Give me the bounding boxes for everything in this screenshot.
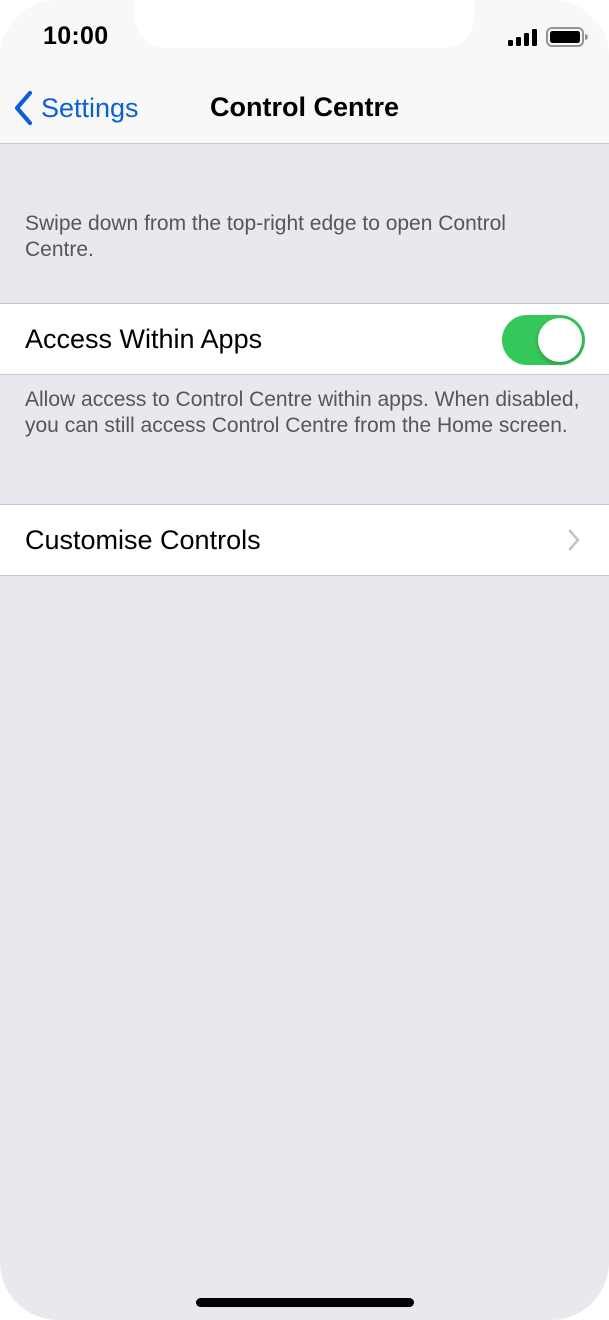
navigation-bar: Settings Control Centre: [0, 76, 609, 143]
access-within-apps-label: Access Within Apps: [25, 324, 263, 354]
access-within-apps-toggle[interactable]: [502, 315, 585, 365]
home-indicator[interactable]: [196, 1298, 414, 1307]
access-within-apps-row: Access Within Apps: [0, 303, 609, 375]
status-bar: 10:00: [0, 0, 609, 76]
customise-controls-row[interactable]: Customise Controls: [0, 504, 609, 576]
access-within-apps-footer: Allow access to Control Centre within ap…: [25, 388, 580, 437]
cellular-signal-icon: [508, 29, 537, 51]
phone-screen: 10:00 Settings Control Centre Swipe down…: [0, 0, 609, 1320]
status-time: 10:00: [43, 22, 109, 50]
top-bar: 10:00 Settings Control Centre: [0, 0, 609, 144]
customise-controls-label: Customise Controls: [25, 525, 261, 555]
battery-icon: [546, 27, 588, 52]
toggle-knob: [538, 318, 582, 362]
page-title: Control Centre: [210, 92, 399, 122]
chevron-right-icon: [568, 529, 580, 551]
intro-text: Swipe down from the top-right edge to op…: [25, 212, 506, 261]
